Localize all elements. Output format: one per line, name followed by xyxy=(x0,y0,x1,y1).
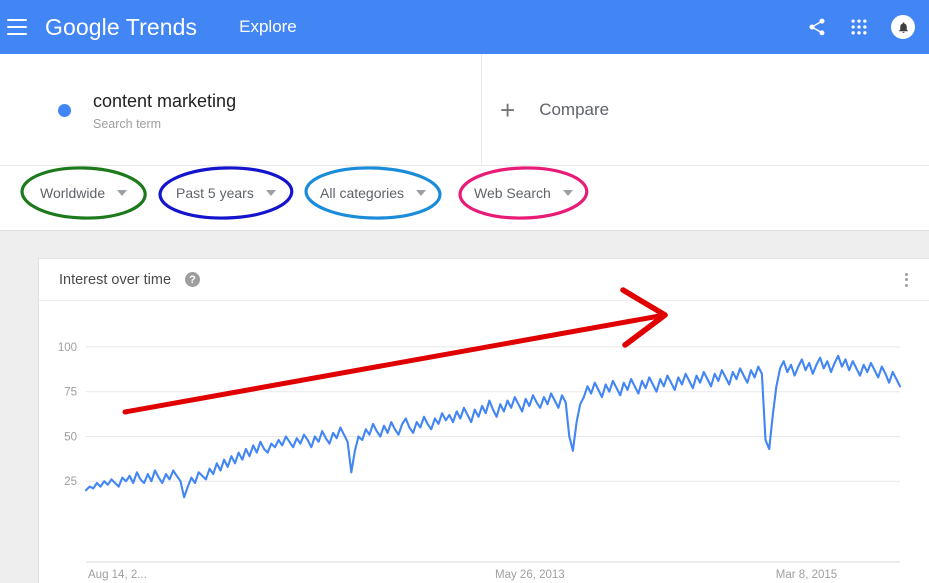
filter-bar: Worldwide Past 5 years All categories We… xyxy=(0,166,929,231)
region-filter-label: Worldwide xyxy=(40,185,106,201)
card-header: Interest over time ? xyxy=(39,259,929,301)
plus-icon: + xyxy=(500,95,516,125)
explore-nav-item[interactable]: Explore xyxy=(239,17,297,37)
interest-over-time-chart: 100 75 50 25 Aug 14, 2... May 26, 2013 Mar 8, … xyxy=(58,342,902,581)
chevron-down-icon xyxy=(117,190,128,196)
card-title: Interest over time xyxy=(59,271,172,288)
svg-text:Aug 14, 2...: Aug 14, 2... xyxy=(88,569,147,581)
search-type-filter-label: Web Search xyxy=(474,185,551,201)
search-term-row: content marketing Search term + Compare xyxy=(0,54,929,166)
help-icon[interactable]: ? xyxy=(185,272,201,287)
search-type-filter[interactable]: Web Search xyxy=(474,185,573,201)
svg-text:Mar 8, 2015: Mar 8, 2015 xyxy=(776,569,837,581)
share-icon[interactable] xyxy=(807,17,827,37)
page-root: Google Trends Explore content marketing … xyxy=(0,0,929,583)
search-term-title: content marketing xyxy=(93,90,237,111)
svg-text:May 26, 2013: May 26, 2013 xyxy=(495,569,565,581)
bell-icon xyxy=(898,21,908,33)
region-filter[interactable]: Worldwide xyxy=(40,185,128,201)
svg-text:50: 50 xyxy=(64,432,77,444)
hamburger-menu-icon[interactable] xyxy=(7,19,27,35)
series-color-dot xyxy=(58,103,71,117)
add-comparison-button[interactable]: + Compare xyxy=(500,54,609,166)
search-term-subtitle: Search term xyxy=(93,116,162,131)
more-vert-icon[interactable] xyxy=(897,271,915,289)
chevron-down-icon xyxy=(416,190,427,196)
svg-text:75: 75 xyxy=(64,387,77,399)
category-filter-label: All categories xyxy=(320,185,405,201)
brand-google-text: Google xyxy=(45,13,120,40)
svg-text:25: 25 xyxy=(64,476,77,488)
interest-over-time-card: Interest over time ? 100 75 50 25 Aug 14, 2.… xyxy=(38,258,929,583)
brand-logo[interactable]: Google Trends xyxy=(45,14,197,41)
annotation-ellipses xyxy=(20,166,589,220)
avatar[interactable] xyxy=(891,15,915,39)
chevron-down-icon xyxy=(562,190,573,196)
svg-text:100: 100 xyxy=(58,342,77,354)
search-term-text: content marketing Search term xyxy=(93,90,236,131)
search-term-card[interactable]: content marketing Search term xyxy=(40,54,482,166)
apps-grid-icon[interactable] xyxy=(849,17,869,37)
time-filter[interactable]: Past 5 years xyxy=(176,185,276,201)
compare-label: Compare xyxy=(539,100,610,119)
category-filter[interactable]: All categories xyxy=(320,185,427,201)
chevron-down-icon xyxy=(265,190,276,196)
brand-trends-text: Trends xyxy=(125,13,198,40)
chart-plot-area: 100 75 50 25 Aug 14, 2... May 26, 2013 Mar 8, … xyxy=(39,301,929,583)
app-bar: Google Trends Explore xyxy=(0,0,929,54)
app-bar-actions xyxy=(807,15,915,39)
time-filter-label: Past 5 years xyxy=(176,185,254,201)
